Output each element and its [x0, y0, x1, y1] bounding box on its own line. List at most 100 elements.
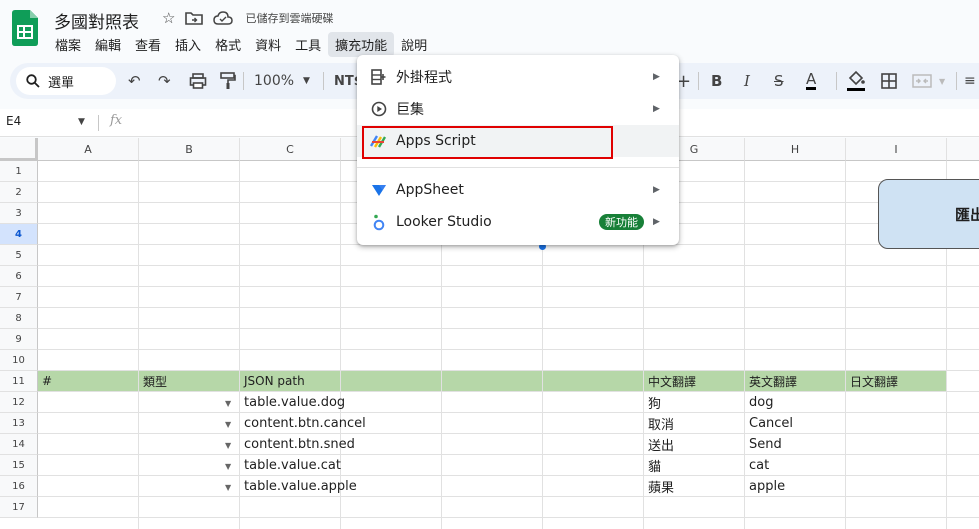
- menu-help[interactable]: 說明: [394, 32, 434, 57]
- header-cell-ja[interactable]: 日文翻譯: [846, 371, 947, 392]
- type-dropdown-icon[interactable]: ▼: [225, 420, 231, 429]
- header-cell-e[interactable]: [442, 371, 543, 392]
- header-json-path-label: JSON path: [244, 374, 305, 388]
- header-cell-f[interactable]: [543, 371, 644, 392]
- export-button[interactable]: 匯出: [878, 179, 979, 249]
- move-folder-icon[interactable]: [185, 11, 204, 25]
- apps-script-highlight-box: [362, 126, 613, 159]
- bold-icon[interactable]: B: [711, 70, 722, 92]
- header-cell-en[interactable]: 英文翻譯: [745, 371, 846, 392]
- submenu-arrow-icon: ▶: [653, 104, 660, 114]
- print-icon[interactable]: [189, 70, 207, 92]
- column-header-h[interactable]: H: [745, 138, 846, 161]
- json-path-cell[interactable]: content.btn.sned: [240, 434, 360, 455]
- menu-item-label: Looker Studio: [396, 214, 492, 230]
- row-header-12[interactable]: 12: [0, 392, 38, 413]
- header-cell-index[interactable]: #: [38, 371, 139, 392]
- json-path-cell[interactable]: table.value.dog: [240, 392, 345, 413]
- document-title[interactable]: 多國對照表: [54, 8, 139, 33]
- menu-search-box[interactable]: 選單: [16, 67, 116, 95]
- header-cell-d[interactable]: [341, 371, 442, 392]
- menu-view[interactable]: 查看: [128, 32, 168, 57]
- row-header-7[interactable]: 7: [0, 287, 38, 308]
- type-dropdown-icon[interactable]: ▼: [225, 441, 231, 450]
- row-header-11[interactable]: 11: [0, 371, 38, 392]
- merge-dropdown-icon[interactable]: ▼: [939, 70, 945, 92]
- zh-cell[interactable]: 狗: [644, 392, 745, 413]
- undo-icon[interactable]: ↶: [128, 70, 141, 92]
- row-header-4[interactable]: 4: [0, 224, 38, 245]
- row-header-1[interactable]: 1: [0, 161, 38, 182]
- header-cell-json-path[interactable]: JSON path: [240, 371, 341, 392]
- name-box-dropdown-icon[interactable]: ▼: [78, 117, 85, 127]
- borders-icon[interactable]: [880, 70, 898, 92]
- json-path-cell[interactable]: content.btn.cancel: [240, 413, 366, 434]
- row-header-2[interactable]: 2: [0, 182, 38, 203]
- en-cell[interactable]: cat: [745, 455, 846, 476]
- menu-extensions[interactable]: 擴充功能: [328, 32, 395, 57]
- en-cell[interactable]: apple: [745, 476, 846, 497]
- toolbar-divider: [956, 72, 957, 90]
- paint-format-icon[interactable]: [220, 70, 236, 92]
- column-header-c[interactable]: C: [240, 138, 341, 161]
- star-icon[interactable]: ☆: [162, 9, 175, 27]
- en-cell[interactable]: dog: [745, 392, 846, 413]
- menu-item-appsheet[interactable]: AppSheet ▶: [357, 174, 679, 206]
- column-header-b[interactable]: B: [139, 138, 240, 161]
- menu-item-label: 外掛程式: [396, 70, 452, 86]
- en-cell[interactable]: Send: [745, 434, 846, 455]
- row-header-13[interactable]: 13: [0, 413, 38, 434]
- type-dropdown-icon[interactable]: ▼: [225, 483, 231, 492]
- row-header-5[interactable]: 5: [0, 245, 38, 266]
- select-all-corner[interactable]: [0, 138, 38, 161]
- json-path-cell[interactable]: table.value.apple: [240, 476, 360, 497]
- column-header-a[interactable]: A: [38, 138, 139, 161]
- row-header-8[interactable]: 8: [0, 308, 38, 329]
- header-cell-type[interactable]: 類型: [139, 371, 240, 392]
- cloud-saved-icon[interactable]: [213, 11, 234, 25]
- zh-cell[interactable]: 蘋果: [644, 476, 745, 497]
- merge-cells-icon[interactable]: [912, 70, 932, 92]
- type-dropdown-icon[interactable]: ▼: [225, 462, 231, 471]
- row-header-6[interactable]: 6: [0, 266, 38, 287]
- column-header-i[interactable]: I: [846, 138, 947, 161]
- fill-color-icon[interactable]: [846, 70, 866, 92]
- redo-icon[interactable]: ↷: [158, 70, 171, 92]
- json-path-cell[interactable]: table.value.cat: [240, 455, 341, 476]
- row-header-14[interactable]: 14: [0, 434, 38, 455]
- en-cell[interactable]: Cancel: [745, 413, 846, 434]
- row-header-3[interactable]: 3: [0, 203, 38, 224]
- zh-cell[interactable]: 取消: [644, 413, 745, 434]
- text-color-icon[interactable]: A: [806, 70, 817, 90]
- type-dropdown-icon[interactable]: ▼: [225, 399, 231, 408]
- menu-item-addons[interactable]: 外掛程式 ▶: [357, 61, 679, 93]
- menu-item-macros[interactable]: 巨集 ▶: [357, 93, 679, 125]
- header-index-label: #: [42, 374, 53, 388]
- name-box[interactable]: E4: [6, 114, 21, 128]
- menu-insert[interactable]: 插入: [168, 32, 208, 57]
- menu-tools[interactable]: 工具: [288, 32, 328, 57]
- strikethrough-icon[interactable]: S: [774, 70, 784, 92]
- row-header-17[interactable]: 17: [0, 497, 38, 518]
- menu-item-looker-studio[interactable]: Looker Studio 新功能 ▶: [357, 206, 679, 238]
- toolbar-divider: [836, 72, 837, 90]
- sheets-logo-icon[interactable]: [12, 10, 38, 46]
- menu-data[interactable]: 資料: [248, 32, 288, 57]
- zoom-select[interactable]: 100%: [254, 70, 294, 92]
- header-cell-zh[interactable]: 中文翻譯: [644, 371, 745, 392]
- row-header-10[interactable]: 10: [0, 350, 38, 371]
- menu-file[interactable]: 檔案: [48, 32, 88, 57]
- italic-icon[interactable]: I: [744, 70, 750, 92]
- fx-icon: fx: [110, 113, 123, 128]
- column-header-next[interactable]: [947, 138, 979, 161]
- zh-cell[interactable]: 送出: [644, 434, 745, 455]
- row-header-9[interactable]: 9: [0, 329, 38, 350]
- zh-cell[interactable]: 貓: [644, 455, 745, 476]
- menu-format[interactable]: 格式: [208, 32, 248, 57]
- search-icon: [26, 74, 40, 88]
- row-header-16[interactable]: 16: [0, 476, 38, 497]
- align-icon[interactable]: ≡: [964, 70, 976, 92]
- menu-edit[interactable]: 編輯: [88, 32, 128, 57]
- row-header-15[interactable]: 15: [0, 455, 38, 476]
- zoom-dropdown-icon[interactable]: ▼: [303, 70, 310, 92]
